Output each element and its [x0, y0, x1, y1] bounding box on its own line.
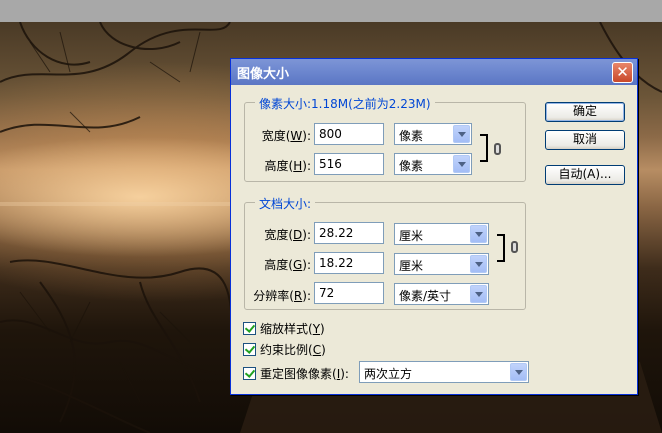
top-bar: [0, 0, 662, 22]
pixel-dimensions-legend: 像素大小:1.18M(之前为2.23M): [255, 95, 435, 112]
doc-height-label: 高度(G):: [264, 258, 311, 272]
checkbox-icon[interactable]: [243, 343, 256, 356]
scale-styles-checkbox[interactable]: 缩放样式(Y): [243, 320, 325, 337]
scale-styles-label: 缩放样式(Y): [260, 322, 325, 336]
resample-image-checkbox[interactable]: 重定图像像素(I):: [243, 365, 349, 382]
document-size-legend: 文档大小:: [255, 195, 316, 212]
resample-image-label: 重定图像像素(I):: [260, 367, 349, 381]
doc-width-label: 宽度(D):: [264, 228, 311, 242]
chevron-down-icon: [470, 225, 487, 243]
chevron-down-icon: [470, 285, 487, 303]
checkbox-icon[interactable]: [243, 322, 256, 335]
pixel-link-bracket: [480, 134, 488, 162]
auto-button[interactable]: 自动(A)...: [545, 165, 625, 185]
doc-width-input[interactable]: [314, 222, 384, 244]
chevron-down-icon: [470, 255, 487, 273]
dialog-titlebar[interactable]: 图像大小: [231, 59, 637, 85]
pixel-height-input[interactable]: [314, 153, 384, 175]
resolution-input[interactable]: [314, 282, 384, 304]
doc-height-input[interactable]: [314, 252, 384, 274]
close-button[interactable]: ✕: [612, 62, 633, 83]
pixel-height-unit-select[interactable]: 像素: [394, 153, 472, 175]
doc-width-unit-select[interactable]: 厘米: [394, 223, 489, 245]
chevron-down-icon: [453, 125, 470, 143]
constrain-proportions-checkbox[interactable]: 约束比例(C): [243, 341, 326, 358]
image-size-dialog: 图像大小 ✕ 像素大小:1.18M(之前为2.23M) 宽度(W): 像素 高度…: [230, 58, 638, 395]
close-icon: ✕: [616, 63, 629, 81]
cancel-button[interactable]: 取消: [545, 130, 625, 150]
chevron-down-icon: [453, 155, 470, 173]
dialog-title: 图像大小: [237, 66, 290, 82]
chain-link-icon: [494, 143, 501, 155]
pixel-width-label: 宽度(W):: [261, 129, 311, 143]
doc-height-unit-select[interactable]: 厘米: [394, 253, 489, 275]
chain-link-icon: [511, 241, 518, 253]
constrain-proportions-label: 约束比例(C): [260, 343, 326, 357]
doc-link-bracket: [497, 234, 505, 262]
resample-method-select[interactable]: 两次立方: [359, 361, 529, 383]
resolution-unit-select[interactable]: 像素/英寸: [394, 283, 489, 305]
resolution-label: 分辨率(R):: [253, 289, 311, 303]
chevron-down-icon: [510, 363, 527, 381]
pixel-width-input[interactable]: [314, 123, 384, 145]
ok-button[interactable]: 确定: [545, 102, 625, 122]
pixel-height-label: 高度(H):: [264, 159, 311, 173]
checkbox-icon[interactable]: [243, 367, 256, 380]
pixel-width-unit-select[interactable]: 像素: [394, 123, 472, 145]
